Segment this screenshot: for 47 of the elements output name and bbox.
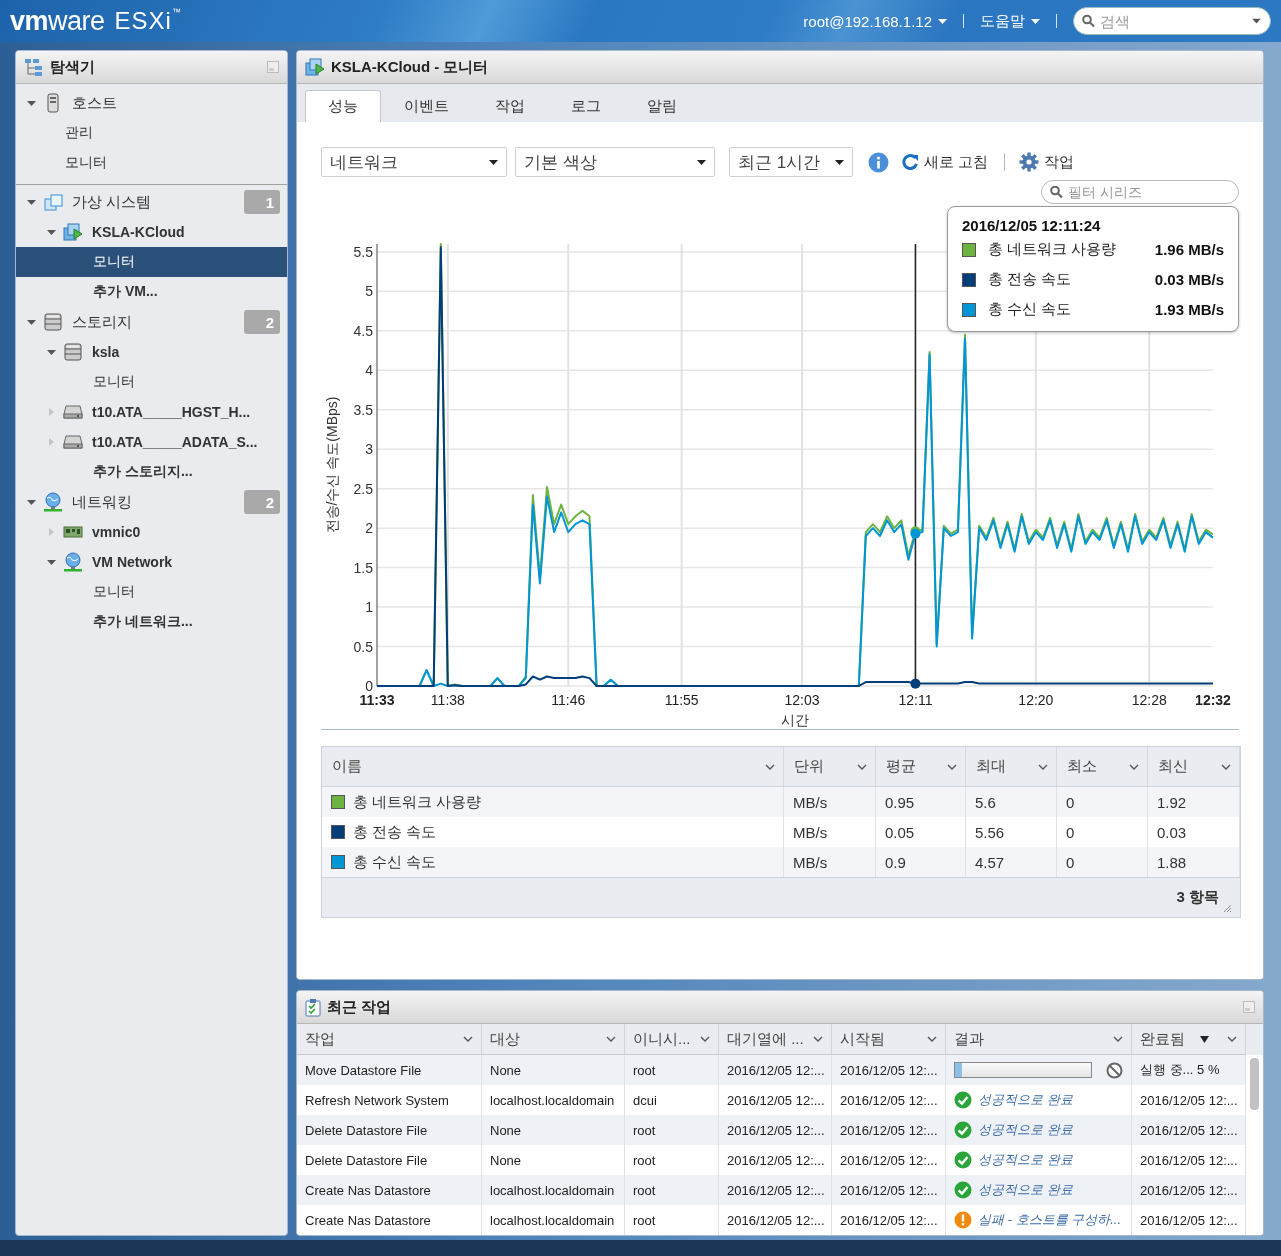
tick-label: 4 xyxy=(365,362,373,379)
series-name: 총 네트워크 사용량 xyxy=(353,792,482,812)
count-badge: 2 xyxy=(244,310,280,334)
tick-label: 0.5 xyxy=(353,638,373,655)
table-cell: 2016/12/05 12:... xyxy=(719,1205,832,1235)
tick-label: 1.5 xyxy=(353,559,373,576)
table-cell: localhost.localdomain xyxy=(482,1205,625,1235)
tick-label: 12:20 xyxy=(1018,692,1054,708)
tick-label: 12:03 xyxy=(784,692,820,708)
axis-title: 시간 xyxy=(781,712,809,728)
tick-label: 0 xyxy=(365,678,373,694)
logo: vmware xyxy=(10,5,105,37)
tick-label: 5.5 xyxy=(353,243,373,260)
table-cell: 2016/12/05 12:... xyxy=(832,1205,946,1235)
axis-title: 전송/수신 속도(MBps) xyxy=(324,396,340,534)
table-cell: Create Nas Datastore xyxy=(297,1205,482,1235)
tick-label: 3.5 xyxy=(353,401,373,418)
tick-label: 12:32 xyxy=(1195,692,1231,708)
tick-label: 2.5 xyxy=(353,480,373,497)
tick-label: 11:55 xyxy=(664,692,699,708)
product-name: ESXi$^{™}$ xyxy=(114,7,182,35)
series-name: 총 수신 속도 xyxy=(353,852,437,872)
count-badge: 1 xyxy=(244,190,280,214)
count-badge: 2 xyxy=(244,490,280,514)
series-value: 1.96 MB/s xyxy=(1154,241,1224,258)
tooltip-time: 2016/12/05 12:11:24 xyxy=(962,217,1102,234)
tick-label: 12:11 xyxy=(898,692,933,708)
tick-label: 4.5 xyxy=(353,322,373,339)
panel-title: 탐색기 xyxy=(50,57,95,77)
series-name: 총 네트워크 사용량 xyxy=(988,240,1118,259)
panel-title: KSLA-KCloud - 모니터 xyxy=(331,57,489,77)
series-value: 1.93 MB/s xyxy=(1154,301,1224,318)
item-count: 3 항목 xyxy=(1176,888,1219,907)
series-value: 0.03 MB/s xyxy=(1154,271,1224,288)
tick-label: 3 xyxy=(365,441,373,458)
tick-label: 2 xyxy=(365,520,373,537)
tick-label: 11:33 xyxy=(359,692,395,708)
tick-label: 1 xyxy=(365,599,373,616)
series-name: 총 전송 속도 xyxy=(988,270,1073,289)
tick-label: 12:28 xyxy=(1131,692,1167,708)
series-name: 총 전송 속도 xyxy=(353,822,437,842)
tick-label: 11:38 xyxy=(430,692,465,708)
tick-label: 5 xyxy=(365,283,373,300)
tick-label: 11:46 xyxy=(551,692,586,708)
table-cell: root xyxy=(625,1205,719,1235)
panel-title: 최근 작업 xyxy=(327,997,392,1017)
series-name: 총 수신 속도 xyxy=(988,300,1073,319)
